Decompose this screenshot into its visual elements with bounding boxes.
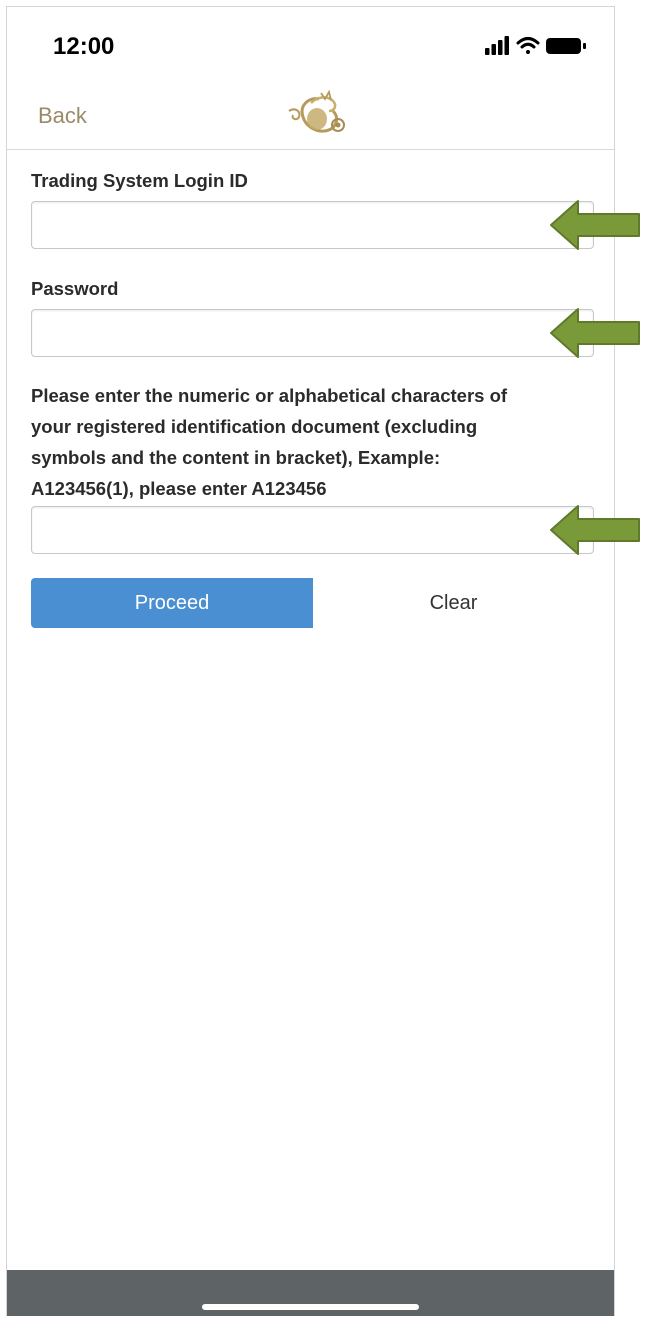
password-label: Password bbox=[31, 278, 119, 299]
wifi-icon bbox=[516, 37, 540, 54]
back-button[interactable]: Back bbox=[38, 103, 87, 129]
battery-icon bbox=[546, 38, 586, 54]
id-document-instructions: Please enter the numeric or alphabetical… bbox=[31, 380, 586, 504]
green-arrow-icon bbox=[550, 308, 640, 358]
instruction-line: Please enter the numeric or alphabetical… bbox=[31, 385, 508, 406]
instruction-line: A123456(1), please enter A123456 bbox=[31, 478, 327, 499]
dragon-logo-icon bbox=[288, 89, 345, 133]
instruction-line: your registered identification document … bbox=[31, 416, 478, 437]
status-time: 12:00 bbox=[53, 33, 115, 60]
password-input[interactable] bbox=[31, 309, 594, 357]
id-document-input[interactable] bbox=[31, 506, 594, 554]
nav-bar: Back bbox=[7, 87, 614, 150]
home-bar-area bbox=[7, 1270, 614, 1316]
home-indicator[interactable] bbox=[202, 1304, 419, 1310]
status-bar: 12:00 bbox=[7, 7, 614, 87]
login-id-input[interactable] bbox=[31, 201, 594, 249]
instruction-line: symbols and the content in bracket), Exa… bbox=[31, 447, 441, 468]
phone-screen: 12:00 Back Trading System Login ID Passw… bbox=[6, 6, 615, 1316]
signal-icon bbox=[485, 36, 509, 55]
clear-button[interactable]: Clear bbox=[313, 578, 594, 628]
proceed-button[interactable]: Proceed bbox=[31, 578, 313, 628]
status-icons bbox=[485, 36, 586, 55]
green-arrow-icon bbox=[550, 505, 640, 555]
login-id-label: Trading System Login ID bbox=[31, 170, 248, 191]
green-arrow-icon bbox=[550, 200, 640, 250]
